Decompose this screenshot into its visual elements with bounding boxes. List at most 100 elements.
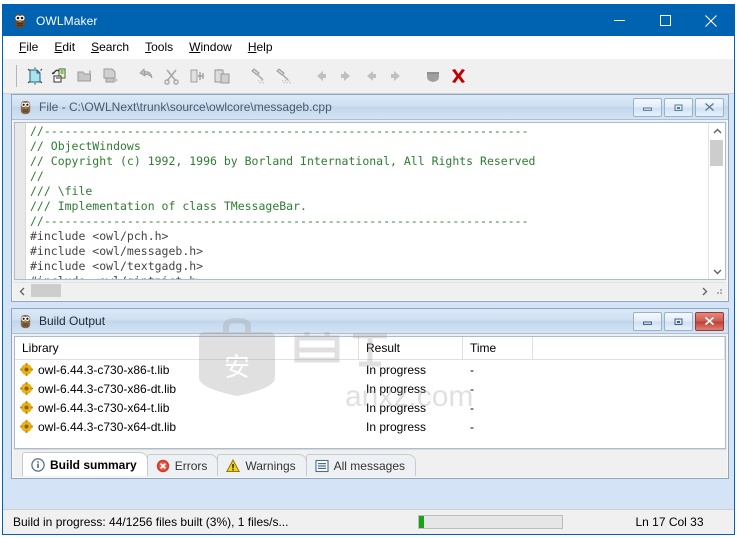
cell-library: owl-6.44.3-c730-x64-dt.lib xyxy=(15,417,359,436)
title-bar: OWLMaker xyxy=(3,5,734,36)
chevron-down-icon[interactable] xyxy=(709,263,725,279)
status-message: Build in progress: 44/1256 files built (… xyxy=(13,515,289,529)
new-document-icon xyxy=(25,66,45,86)
code-line: // Copyright (c) 1992, 1996 by Borland I… xyxy=(30,154,536,168)
mdi-client-area: File - C:\OWLNext\trunk\source\owlcore\m… xyxy=(3,94,734,509)
build-close-button[interactable] xyxy=(695,311,724,331)
build-output-title-text: Build Output xyxy=(39,314,106,328)
tab-warnings[interactable]: Warnings xyxy=(217,454,307,476)
editor-restore-button[interactable] xyxy=(664,97,693,117)
column-header-library[interactable]: Library xyxy=(15,337,359,359)
editor-close-button[interactable] xyxy=(695,97,724,117)
code-area[interactable]: //--------------------------------------… xyxy=(26,123,708,279)
cell-time: - xyxy=(470,381,474,396)
maximize-button[interactable] xyxy=(642,5,688,36)
save-icon xyxy=(100,66,120,86)
nav-forward-button xyxy=(333,64,358,89)
warning-icon xyxy=(226,458,241,473)
cell-time: - xyxy=(470,419,474,434)
minimize-button[interactable] xyxy=(596,5,642,36)
editor-minimize-button[interactable] xyxy=(633,97,662,117)
arrow-left-icon xyxy=(311,66,331,86)
owl-gray-icon xyxy=(423,66,443,86)
table-row[interactable]: owl-6.44.3-c730-x86-dt.lib In progress - xyxy=(15,379,725,398)
chevron-left-icon[interactable] xyxy=(14,283,30,299)
column-header-time[interactable]: Time xyxy=(463,337,533,359)
table-row[interactable]: owl-6.44.3-c730-x64-dt.lib In progress - xyxy=(15,417,725,436)
info-icon xyxy=(31,457,45,472)
code-line: /// \file xyxy=(30,184,93,198)
menu-item-search[interactable]: Search xyxy=(83,38,137,56)
gear-icon xyxy=(20,363,33,376)
cell-result: In progress xyxy=(366,381,427,396)
paste-button xyxy=(209,64,234,89)
red-x-icon xyxy=(448,66,468,86)
build-restore-button[interactable] xyxy=(664,311,693,331)
application-window: OWLMaker File Edit Search Tools Window Help xyxy=(2,4,735,535)
build-output-caption-buttons xyxy=(633,311,724,331)
next-button xyxy=(383,64,408,89)
hammer-icon xyxy=(249,66,269,86)
build-button xyxy=(246,64,271,89)
build-minimize-button[interactable] xyxy=(633,311,662,331)
gear-icon xyxy=(20,420,33,433)
window-caption-buttons xyxy=(596,5,734,36)
menu-item-help[interactable]: Help xyxy=(240,38,281,56)
status-line-column: Ln 17 Col 33 xyxy=(635,515,704,529)
close-button[interactable] xyxy=(688,5,734,36)
editor-body: //--------------------------------------… xyxy=(14,122,726,280)
cell-result: In progress xyxy=(366,400,427,415)
library-name: owl-6.44.3-c730-x86-t.lib xyxy=(38,362,170,377)
table-row[interactable]: owl-6.44.3-c730-x86-t.lib In progress - xyxy=(15,360,725,379)
prev-button xyxy=(358,64,383,89)
arrow-right-icon xyxy=(336,66,356,86)
column-header-filler xyxy=(533,337,725,359)
copy-button xyxy=(184,64,209,89)
chevron-up-icon[interactable] xyxy=(709,123,725,139)
build-output-body: Library Result Time owl-6.44.3-c730-x86-… xyxy=(14,336,726,449)
editor-title-text: File - C:\OWLNext\trunk\source\owlcore\m… xyxy=(39,100,332,114)
column-header-result[interactable]: Result xyxy=(359,337,463,359)
cell-library: owl-6.44.3-c730-x86-dt.lib xyxy=(15,379,359,398)
rebuild-button xyxy=(271,64,296,89)
open-folder-icon xyxy=(75,66,95,86)
tab-errors[interactable]: Errors xyxy=(146,454,219,476)
hammer-all-icon xyxy=(274,66,294,86)
resize-grip[interactable] xyxy=(712,284,726,298)
library-name: owl-6.44.3-c730-x64-dt.lib xyxy=(38,419,177,434)
stop-button[interactable] xyxy=(445,64,470,89)
horizontal-scroll-thumb[interactable] xyxy=(31,284,61,297)
progress-fill xyxy=(419,516,424,528)
menu-item-file[interactable]: File xyxy=(11,38,46,56)
chevron-right-icon[interactable] xyxy=(696,283,712,299)
undo-arrow-icon xyxy=(137,66,157,86)
code-line: // xyxy=(30,169,44,183)
save-button xyxy=(97,64,122,89)
editor-vertical-scrollbar[interactable] xyxy=(708,123,725,279)
code-line: /// Implementation of class TMessageBar. xyxy=(30,199,307,213)
editor-title-bar[interactable]: File - C:\OWLNext\trunk\source\owlcore\m… xyxy=(12,95,728,120)
vertical-scroll-thumb[interactable] xyxy=(710,140,723,166)
library-name: owl-6.44.3-c730-x64-t.lib xyxy=(38,400,170,415)
open-file-button[interactable] xyxy=(47,64,72,89)
code-line: //--------------------------------------… xyxy=(30,124,529,138)
undo-button xyxy=(134,64,159,89)
menu-item-window[interactable]: Window xyxy=(181,38,240,56)
code-line: //--------------------------------------… xyxy=(30,214,529,228)
error-icon xyxy=(156,459,170,473)
status-bar: Build in progress: 44/1256 files built (… xyxy=(3,509,734,534)
code-line: #include <owl/messageb.h> xyxy=(30,244,204,258)
copy-icon xyxy=(187,66,207,86)
editor-horizontal-scrollbar[interactable] xyxy=(14,282,726,299)
menu-item-edit[interactable]: Edit xyxy=(46,38,83,56)
menu-item-tools[interactable]: Tools xyxy=(137,38,181,56)
table-row[interactable]: owl-6.44.3-c730-x64-t.lib In progress - xyxy=(15,398,725,417)
nav-back-button xyxy=(308,64,333,89)
new-file-button[interactable] xyxy=(22,64,47,89)
build-output-title-bar[interactable]: Build Output xyxy=(12,309,728,334)
tab-all-messages[interactable]: All messages xyxy=(305,454,416,476)
owl-icon xyxy=(18,314,33,329)
gear-icon xyxy=(20,382,33,395)
editor-window: File - C:\OWLNext\trunk\source\owlcore\m… xyxy=(11,94,729,302)
tab-build-summary[interactable]: Build summary xyxy=(22,452,148,476)
